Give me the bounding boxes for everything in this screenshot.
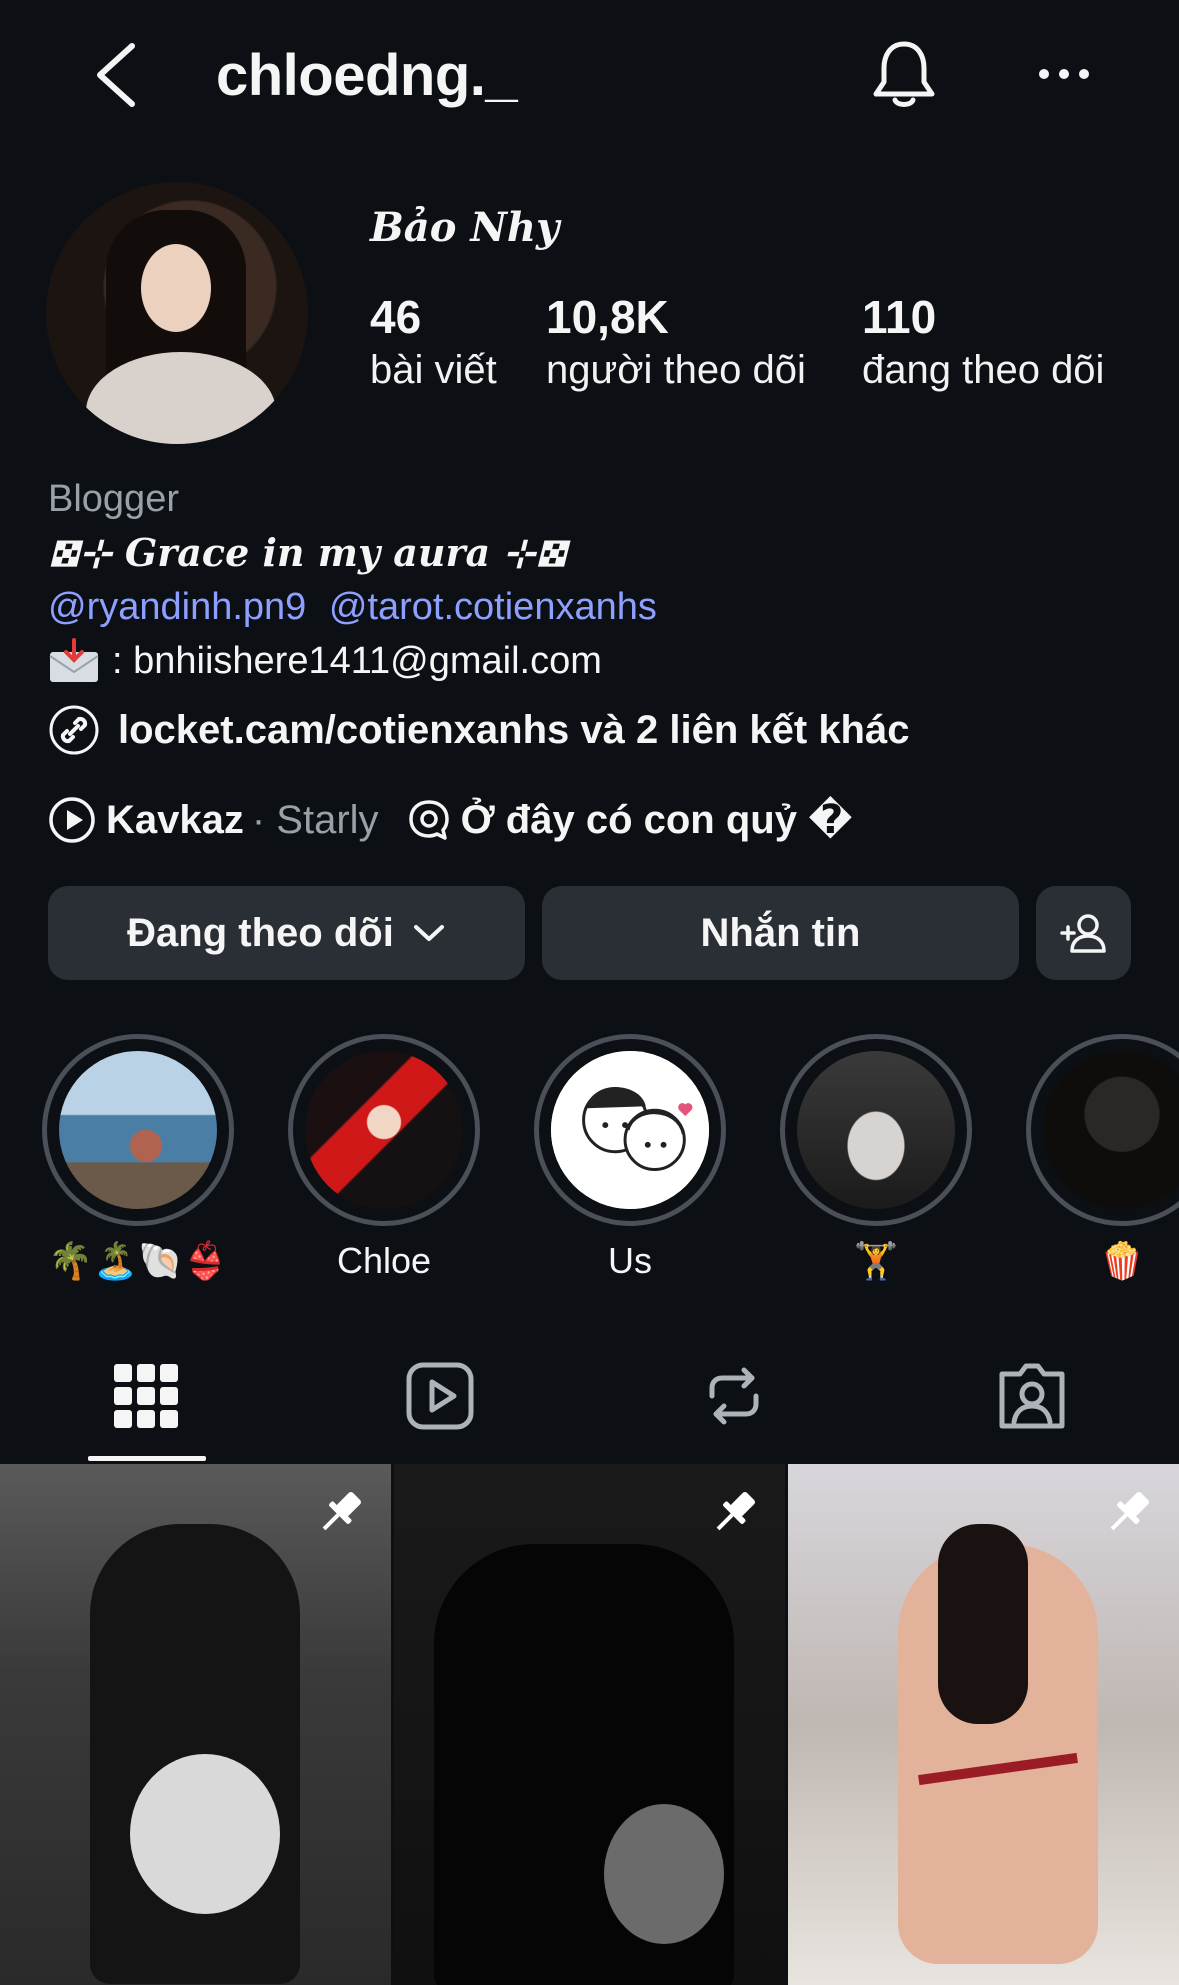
link-icon (49, 705, 99, 755)
highlight-cover (59, 1051, 217, 1209)
highlight-label: Us (608, 1240, 652, 1281)
profile-category: Blogger (48, 478, 179, 520)
suggest-users-button[interactable] (1036, 886, 1131, 980)
grid-icon[interactable] (110, 1360, 182, 1432)
message-label: Nhắn tin (700, 910, 861, 955)
stat-posts-label: bài viết (370, 348, 497, 392)
highlight-ring (534, 1034, 726, 1226)
highlight-cover (551, 1051, 709, 1209)
highlight-cover (797, 1051, 955, 1209)
post-thumbnail[interactable] (394, 1464, 785, 1985)
stat-followers-label: người theo dõi (546, 348, 806, 392)
highlight-label: 🍿 (1099, 1240, 1145, 1281)
post-thumbnail[interactable] (788, 1464, 1179, 1985)
stat-following-label: đang theo dõi (862, 348, 1105, 392)
display-name: Bảo Nhy (370, 204, 560, 251)
pin-icon (716, 1492, 755, 1531)
music-artist: · Starly (251, 797, 379, 842)
music-and-thread-row: Kavkaz · Starly Ở đây có con quỷ � (48, 796, 853, 844)
stat-followers-value: 10,8K (546, 291, 669, 343)
tagged-icon[interactable] (996, 1360, 1068, 1432)
post-image (90, 1524, 300, 1984)
post-image (898, 1524, 1098, 1964)
notification-bell-icon[interactable] (868, 36, 940, 112)
bio-tagline: 𖣯⊹ 𝑮𝒓𝒂𝒄𝒆 𝒊𝒏 𝒎𝒚 𝒂𝒖𝒓𝒂 ⊹𖣯 (48, 530, 568, 575)
following-label: Đang theo dõi (127, 910, 394, 955)
link-text: locket.cam/cotienxanhs và 2 liên kết khá… (118, 707, 910, 752)
chevron-down-icon (413, 925, 444, 941)
story-highlight[interactable]: Chloe (288, 1034, 480, 1282)
story-highlight[interactable]: 🍿 (1026, 1034, 1179, 1282)
mention-link[interactable]: @ryandinh.pn9 (48, 586, 306, 628)
highlight-label: 🌴🏝️🐚👙 (48, 1240, 228, 1281)
reels-icon[interactable] (404, 1360, 476, 1432)
post-thumbnail[interactable] (0, 1464, 391, 1985)
music-song[interactable]: Kavkaz (106, 798, 244, 843)
stat-following-value: 110 (862, 291, 937, 343)
highlight-ring (288, 1034, 480, 1226)
back-icon[interactable] (88, 40, 144, 110)
stat-posts[interactable]: 46 bài viết (370, 290, 497, 396)
bio-mentions: @ryandinh.pn9 @tarot.cotienxanhs (48, 586, 669, 629)
highlight-cover (1043, 1051, 1179, 1209)
message-button[interactable]: Nhắn tin (542, 886, 1019, 980)
email-text: : bnhiishere1411@gmail.com (112, 639, 602, 682)
bio-email: : bnhiishere1411@gmail.com (48, 638, 602, 684)
active-tab-indicator (88, 1456, 206, 1461)
stat-following[interactable]: 110 đang theo dõi (862, 290, 1104, 396)
following-button[interactable]: Đang theo dõi (48, 886, 525, 980)
reposts-icon[interactable] (698, 1360, 770, 1432)
threads-icon (408, 800, 449, 840)
highlight-ring (42, 1034, 234, 1226)
add-person-icon (1059, 914, 1106, 953)
highlight-ring (780, 1034, 972, 1226)
more-options-icon[interactable] (1032, 52, 1096, 96)
threads-note[interactable]: Ở đây có con quỷ � (405, 796, 853, 844)
story-highlight[interactable]: 🏋️ (780, 1034, 972, 1282)
bio-link[interactable]: locket.cam/cotienxanhs và 2 liên kết khá… (48, 704, 909, 756)
pin-icon (1110, 1492, 1149, 1531)
stat-followers[interactable]: 10,8K người theo dõi (546, 290, 806, 396)
mention-link[interactable]: @tarot.cotienxanhs (329, 586, 657, 628)
profile-username: chloedng._ (216, 43, 518, 108)
story-highlight[interactable]: Us (534, 1034, 726, 1282)
music-play-icon[interactable] (48, 796, 96, 844)
highlight-label: 🏋️ (853, 1240, 899, 1281)
threads-note-text: Ở đây có con quỷ � (460, 798, 853, 842)
story-highlight[interactable]: 🌴🏝️🐚👙 (42, 1034, 234, 1282)
pin-icon (322, 1492, 361, 1531)
highlight-label: Chloe (336, 1240, 432, 1281)
inbox-tray-icon (49, 638, 99, 682)
highlight-ring (1026, 1034, 1179, 1226)
highlight-cover (305, 1051, 463, 1209)
profile-avatar[interactable] (46, 182, 308, 444)
post-image (434, 1544, 734, 1985)
stat-posts-value: 46 (370, 291, 422, 343)
